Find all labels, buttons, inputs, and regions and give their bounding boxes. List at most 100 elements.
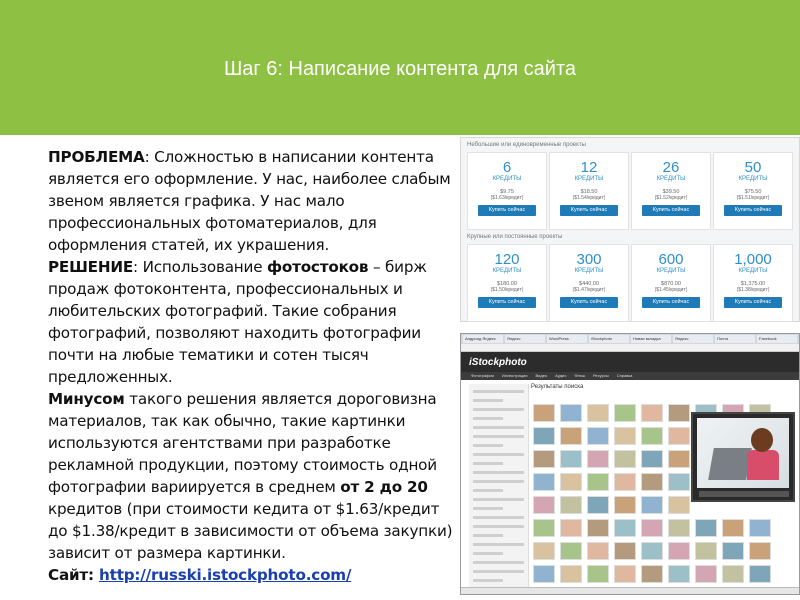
istock-brand-bar: iStockphoto: [461, 352, 799, 372]
istock-thumbnail[interactable]: [722, 519, 744, 537]
istock-thumbnail[interactable]: [614, 519, 636, 537]
buy-now-button[interactable]: Купить сейчас: [642, 297, 700, 308]
istock-thumbnail[interactable]: [641, 496, 663, 514]
buy-now-button[interactable]: Купить сейчас: [724, 205, 782, 216]
price-per-credit: ($1.52/кредит): [654, 195, 688, 201]
pricing-card: 600 КРЕДИТЫ $870.00 ($1.45/кредит) Купить се…: [631, 244, 711, 322]
header-banner: Шаг 6: Написание контента для сайта: [0, 0, 800, 135]
istock-thumbnail[interactable]: [668, 519, 690, 537]
pricing-section-small-label: Небольшие или единовременные проекты: [467, 142, 586, 148]
istock-thumbnail[interactable]: [560, 427, 582, 445]
istock-thumbnail[interactable]: [641, 404, 663, 422]
istock-thumbnail[interactable]: [668, 496, 690, 514]
istock-nav-item[interactable]: Фотографии: [471, 372, 494, 380]
istock-thumbnail[interactable]: [533, 542, 555, 560]
browser-tab[interactable]: Яндекс: [505, 335, 545, 343]
browser-tab[interactable]: Яндекс: [673, 335, 713, 343]
istock-nav-item[interactable]: Аудио: [555, 372, 566, 380]
istock-nav-item[interactable]: Справка: [617, 372, 633, 380]
site-link[interactable]: http://russki.istockphoto.com/: [99, 566, 351, 584]
istock-thumbnail[interactable]: [533, 450, 555, 468]
istock-thumbnail[interactable]: [614, 427, 636, 445]
istock-thumbnail[interactable]: [560, 565, 582, 583]
istock-thumbnail[interactable]: [560, 519, 582, 537]
istock-thumbnail[interactable]: [587, 565, 609, 583]
istock-thumbnail[interactable]: [560, 473, 582, 491]
istock-thumbnail[interactable]: [695, 542, 717, 560]
buy-now-button[interactable]: Купить сейчас: [642, 205, 700, 216]
buy-now-button[interactable]: Купить сейчас: [560, 297, 618, 308]
istock-thumbnail[interactable]: [587, 542, 609, 560]
buy-now-button[interactable]: Купить сейчас: [560, 205, 618, 216]
istock-thumbnail[interactable]: [749, 519, 771, 537]
buy-now-button[interactable]: Купить сейчас: [478, 205, 536, 216]
pricing-card: 50 КРЕДИТЫ $75.50 ($1.51/кредит) Купить сейч…: [713, 152, 793, 230]
istock-thumbnail[interactable]: [533, 473, 555, 491]
istock-thumbnail[interactable]: [641, 565, 663, 583]
istock-thumbnail[interactable]: [533, 519, 555, 537]
istock-thumbnail[interactable]: [587, 473, 609, 491]
istock-thumbnail[interactable]: [614, 450, 636, 468]
istock-thumbnail[interactable]: [749, 542, 771, 560]
istock-thumbnail[interactable]: [641, 473, 663, 491]
istock-thumbnail[interactable]: [587, 519, 609, 537]
slide-body: ПРОБЛЕМА: Сложностью в написании контент…: [48, 146, 453, 586]
browser-tab[interactable]: Почта: [715, 335, 755, 343]
istock-thumbnail[interactable]: [533, 496, 555, 514]
istock-thumbnail[interactable]: [614, 542, 636, 560]
buy-now-button[interactable]: Купить сейчас: [478, 297, 536, 308]
istock-thumbnail[interactable]: [533, 404, 555, 422]
istock-thumbnail[interactable]: [695, 519, 717, 537]
istock-thumbnail[interactable]: [668, 542, 690, 560]
istock-nav-item[interactable]: Видео: [535, 372, 547, 380]
istock-thumbnail[interactable]: [560, 404, 582, 422]
istock-thumbnail[interactable]: [641, 450, 663, 468]
istock-thumbnail[interactable]: [587, 427, 609, 445]
price-per-credit: ($1.45/кредит): [654, 287, 688, 293]
istock-thumbnail[interactable]: [668, 473, 690, 491]
istock-thumbnail[interactable]: [668, 427, 690, 445]
istock-nav-item[interactable]: Ресурсы: [593, 372, 609, 380]
buy-now-button[interactable]: Купить сейчас: [724, 297, 782, 308]
istock-thumbnail[interactable]: [587, 496, 609, 514]
browser-tab[interactable]: iStockphoto: [589, 335, 629, 343]
solution-paragraph: РЕШЕНИЕ: Использование фотостоков – бирж…: [48, 256, 453, 388]
browser-tab[interactable]: Новая вкладка: [631, 335, 671, 343]
istock-thumbnail[interactable]: [641, 542, 663, 560]
istock-thumbnail[interactable]: [614, 496, 636, 514]
istock-thumbnail[interactable]: [614, 473, 636, 491]
browser-tab[interactable]: Facebook: [757, 335, 797, 343]
istock-thumbnail[interactable]: [587, 450, 609, 468]
credit-label: КРЕДИТЫ: [738, 176, 768, 182]
istock-thumbnail[interactable]: [668, 565, 690, 583]
browser-tab[interactable]: Андроид Яндекс: [463, 335, 503, 343]
istock-thumbnail[interactable]: [668, 404, 690, 422]
istock-nav-item[interactable]: Флэш: [574, 372, 585, 380]
price-per-credit: ($1.51/кредит): [736, 195, 770, 201]
istock-thumbnail[interactable]: [560, 450, 582, 468]
istock-thumbnail[interactable]: [695, 565, 717, 583]
istock-thumbnail[interactable]: [614, 404, 636, 422]
istock-thumbnail[interactable]: [614, 565, 636, 583]
istock-nav-item[interactable]: Иллюстрации: [502, 372, 528, 380]
istock-thumbnail[interactable]: [533, 565, 555, 583]
credit-label: КРЕДИТЫ: [656, 268, 686, 274]
problem-label: ПРОБЛЕМА: [48, 148, 145, 166]
pricing-card: 6 КРЕДИТЫ $9.75 ($1.63/кредит) Купить сейчас: [467, 152, 547, 230]
istock-thumbnail[interactable]: [668, 450, 690, 468]
istock-thumbnail[interactable]: [641, 427, 663, 445]
istock-thumbnail[interactable]: [749, 565, 771, 583]
istock-thumbnail[interactable]: [560, 542, 582, 560]
istock-thumbnail[interactable]: [722, 565, 744, 583]
istock-thumbnail[interactable]: [641, 519, 663, 537]
istock-thumbnail[interactable]: [722, 542, 744, 560]
credit-amount: 6: [502, 159, 512, 176]
istock-thumbnail[interactable]: [560, 496, 582, 514]
pricing-card: 12 КРЕДИТЫ $18.50 ($1.54/кредит) Купить сейч…: [549, 152, 629, 230]
slide-title: Шаг 6: Написание контента для сайта: [223, 58, 577, 80]
istock-thumbnail[interactable]: [533, 427, 555, 445]
istock-thumbnail[interactable]: [587, 404, 609, 422]
browser-tab[interactable]: WordPress: [547, 335, 587, 343]
credit-label: КРЕДИТЫ: [492, 268, 522, 274]
solution-label: РЕШЕНИЕ: [48, 258, 134, 276]
